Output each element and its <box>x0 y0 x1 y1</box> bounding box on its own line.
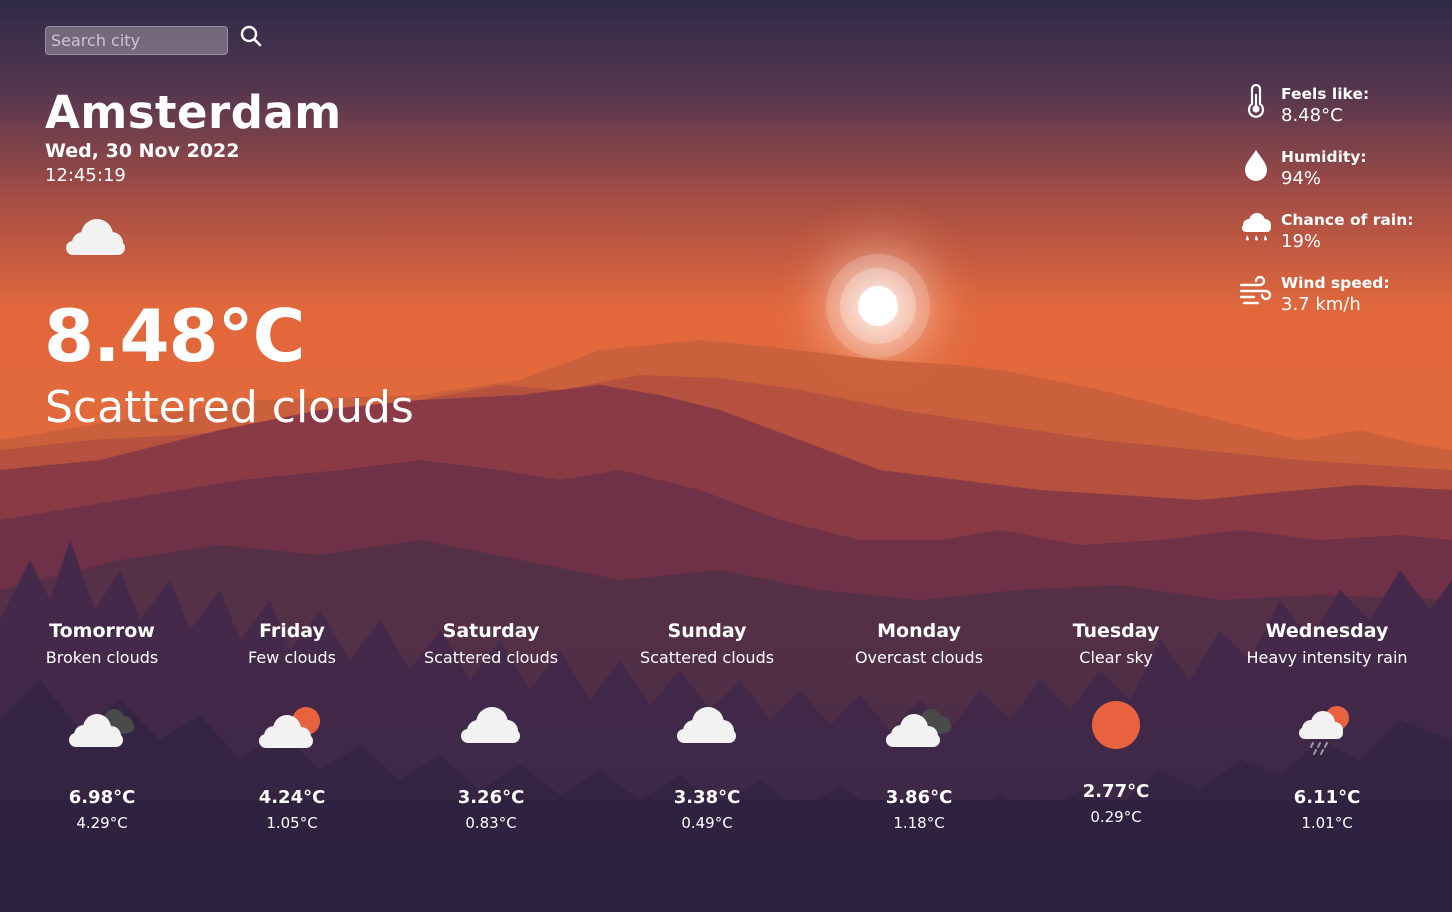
cloud-icon <box>391 703 591 773</box>
forecast-low: 1.01°C <box>1301 814 1353 832</box>
forecast-high: 3.38°C <box>673 787 741 808</box>
current-description: Scattered clouds <box>45 382 414 433</box>
forecast-low: 1.18°C <box>893 814 945 832</box>
forecast-high: 3.86°C <box>885 787 953 808</box>
forecast-low: 0.29°C <box>1090 808 1142 826</box>
forecast-row: Tomorrow Broken clouds 6.98°C 4.29°C Fri… <box>0 618 1452 858</box>
forecast-description: Overcast clouds <box>854 648 984 667</box>
wind-speed-value: 3.7 km/h <box>1281 294 1361 315</box>
search-icon <box>240 25 262 47</box>
current-date: Wed, 30 Nov 2022 <box>45 140 240 162</box>
humidity-label: Humidity: <box>1281 148 1367 166</box>
forecast-day: Tuesday Clear sky 2.77°C 0.29°C <box>1016 618 1216 826</box>
humidity-value: 94% <box>1281 168 1322 189</box>
search-button[interactable] <box>239 24 265 50</box>
forecast-day: Wednesday Heavy intensity rain 6.11°C 1.… <box>1227 618 1427 832</box>
sun-icon <box>1016 697 1216 767</box>
forecast-day-name: Sunday <box>667 620 747 642</box>
city-name: Amsterdam <box>45 86 342 139</box>
forecast-description: Clear sky <box>1079 648 1153 667</box>
forecast-low: 4.29°C <box>76 814 128 832</box>
forecast-day: Sunday Scattered clouds 3.38°C 0.49°C <box>607 618 807 832</box>
forecast-description: Few clouds <box>247 648 336 667</box>
forecast-low: 0.83°C <box>465 814 517 832</box>
rain-cloud-icon <box>1242 213 1271 241</box>
forecast-low: 0.49°C <box>681 814 733 832</box>
feels-like-value: 8.48°C <box>1281 105 1343 126</box>
forecast-day-name: Friday <box>259 620 325 642</box>
forecast-day: Tomorrow Broken clouds 6.98°C 4.29°C <box>2 618 202 832</box>
feels-like-label: Feels like: <box>1281 85 1370 103</box>
search-input[interactable] <box>45 26 228 55</box>
chance-of-rain-value: 19% <box>1281 231 1322 252</box>
forecast-day: Monday Overcast clouds 3.86°C 1.18°C <box>819 618 1019 832</box>
current-time: 12:45:19 <box>45 165 126 186</box>
forecast-high: 2.77°C <box>1082 781 1150 802</box>
wind-icon <box>1239 275 1272 305</box>
forecast-high: 6.98°C <box>68 787 136 808</box>
droplet-icon <box>1245 150 1267 181</box>
forecast-high: 3.26°C <box>457 787 525 808</box>
thermometer-icon <box>1247 84 1265 118</box>
cloud-icon <box>63 215 129 265</box>
forecast-description: Scattered clouds <box>423 648 559 667</box>
forecast-description: Scattered clouds <box>639 648 775 667</box>
forecast-high: 6.11°C <box>1293 787 1361 808</box>
forecast-day: Saturday Scattered clouds 3.26°C 0.83°C <box>391 618 591 832</box>
broken-clouds-icon <box>2 703 202 773</box>
cloud-icon <box>607 703 807 773</box>
overcast-clouds-icon <box>819 703 1019 773</box>
forecast-day-name: Saturday <box>442 620 540 642</box>
forecast-description: Heavy intensity rain <box>1246 648 1408 667</box>
forecast-high: 4.24°C <box>258 787 326 808</box>
forecast-day-name: Tuesday <box>1072 620 1160 642</box>
forecast-low: 1.05°C <box>266 814 318 832</box>
chance-of-rain-label: Chance of rain: <box>1281 211 1414 229</box>
wind-speed-label: Wind speed: <box>1281 274 1390 292</box>
few-clouds-icon <box>192 703 392 773</box>
forecast-day-name: Tomorrow <box>49 620 155 642</box>
rain-icon <box>1227 703 1427 773</box>
forecast-day-name: Wednesday <box>1265 620 1389 642</box>
forecast-description: Broken clouds <box>45 648 159 667</box>
forecast-day: Friday Few clouds 4.24°C 1.05°C <box>192 618 392 832</box>
current-temperature: 8.48°C <box>44 294 305 378</box>
forecast-day-name: Monday <box>877 620 961 642</box>
